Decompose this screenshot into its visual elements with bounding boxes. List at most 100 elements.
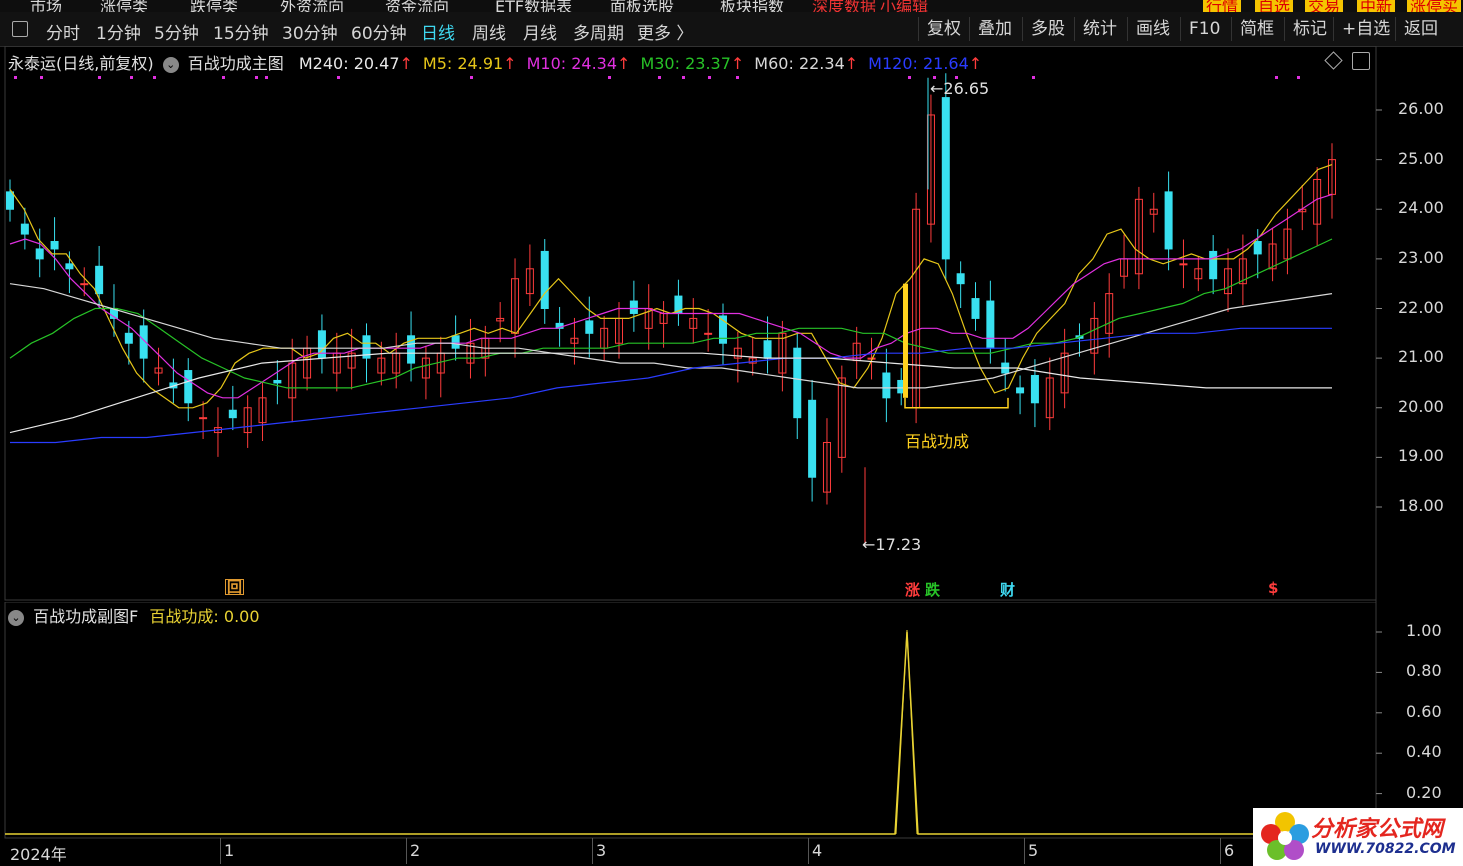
zhang-marker[interactable]: 涨 <box>905 579 920 600</box>
high-arrow: ← <box>930 79 944 98</box>
main-frame <box>4 46 1377 601</box>
sub-indicator-name[interactable]: 百战功成副图F <box>33 607 138 626</box>
period-tab[interactable]: 5分钟 <box>154 19 199 44</box>
candle-body <box>1030 374 1039 404</box>
candle-body <box>124 332 133 344</box>
candle-body <box>1179 263 1188 266</box>
candle-body <box>199 417 208 420</box>
candle-body <box>273 379 282 384</box>
toolbar-button[interactable]: 简框 <box>1231 17 1282 41</box>
top-menu-item[interactable]: 市场 <box>30 0 62 12</box>
die-marker[interactable]: 跌 <box>925 579 940 600</box>
watermark-url: WWW.70822.COM <box>1315 841 1456 857</box>
sub-axis-label: 0.80 <box>1406 661 1442 681</box>
event-dot <box>337 76 340 79</box>
price-axis-label: 18.00 <box>1398 496 1444 515</box>
period-tab[interactable]: 月线 <box>523 19 557 44</box>
price-axis-label: 25.00 <box>1398 148 1444 168</box>
sub-axis-label: 0.60 <box>1406 701 1442 721</box>
toolbar-button[interactable]: 统计 <box>1074 17 1125 41</box>
date-axis-tick <box>1220 838 1221 864</box>
sub-axis-label: 0.20 <box>1406 782 1442 802</box>
chevron-down-icon[interactable]: ⌄ <box>8 610 24 626</box>
ma-legend-item: M240: 20.47↑ <box>298 54 413 73</box>
candle-body <box>50 241 59 250</box>
date-axis-label: 1 <box>224 841 235 860</box>
signal-bracket <box>904 397 1009 409</box>
date-axis-label: 2024年 <box>10 845 67 864</box>
event-dot <box>682 76 685 79</box>
candle-body <box>95 265 104 295</box>
s-marker[interactable]: $ <box>1268 579 1278 597</box>
top-menu-item[interactable]: 面板选股 <box>610 0 674 12</box>
period-toolbar: 分时 1分钟 5分钟 15分钟 30分钟 60分钟 日线 周线 月线 多周期 更多 〉 复权 叠加 多股… <box>0 12 1463 47</box>
low-value: 17.23 <box>875 535 922 554</box>
flower-logo-icon <box>1261 812 1309 860</box>
date-axis-tick <box>406 838 407 864</box>
sub-signal-line <box>5 631 1253 835</box>
top-right-button[interactable]: 中新 <box>1357 0 1396 12</box>
sub-axis-label: 1.00 <box>1406 621 1442 640</box>
sub-signal-outline <box>895 629 918 835</box>
period-tab[interactable]: 60分钟 <box>351 19 407 44</box>
top-menu-item[interactable]: 跌停类 <box>190 0 238 12</box>
toolbar-button[interactable]: 叠加 <box>969 17 1020 41</box>
period-tab[interactable]: 分时 <box>46 19 80 44</box>
low-price-label: ←17.23 <box>862 535 921 554</box>
period-tab[interactable]: 15分钟 <box>213 19 269 44</box>
date-axis-label: 4 <box>812 841 823 860</box>
cai-marker[interactable]: 财 <box>1000 579 1015 600</box>
ma-legend-item: M60: 22.34↑ <box>754 54 859 73</box>
top-menu-item[interactable]: 板块指数 <box>720 0 784 12</box>
top-menu-red-item[interactable]: 深度数据 <box>812 0 876 12</box>
top-menu-item[interactable]: 外资流向 <box>280 0 344 12</box>
candle-body <box>956 273 965 285</box>
candle-body <box>808 399 817 478</box>
top-right-button[interactable]: 自选 <box>1255 0 1294 12</box>
event-dot <box>153 76 156 79</box>
toolbar-button[interactable]: +自选 <box>1333 17 1398 41</box>
toolbar-button[interactable]: 复权 <box>918 17 969 41</box>
top-menu-red-item[interactable]: 小编辑 <box>880 0 928 12</box>
period-tab[interactable]: 多周期 <box>573 19 624 44</box>
period-tab[interactable]: 日线 <box>421 19 455 44</box>
price-axis-label: 20.00 <box>1398 396 1444 416</box>
period-tab[interactable]: 更多 〉 <box>637 19 693 44</box>
toolbar-button[interactable]: 画线 <box>1127 17 1178 41</box>
candle-body <box>184 370 193 404</box>
price-axis-label: 19.00 <box>1398 446 1444 466</box>
high-price-label: ←26.65 <box>930 79 989 98</box>
sub-indicator-chart[interactable] <box>0 602 1463 840</box>
candlestick-chart[interactable] <box>0 46 1463 602</box>
toolbar-button[interactable]: 多股 <box>1022 17 1073 41</box>
panel-toggle-icon[interactable] <box>12 21 28 37</box>
hui-marker[interactable]: 回 <box>225 579 245 595</box>
top-right-button[interactable]: 涨停买 <box>1407 0 1462 12</box>
top-menu-item[interactable]: ETF数据表 <box>495 0 572 12</box>
ma-legend-item: M5: 24.91↑ <box>422 54 517 73</box>
period-tab[interactable]: 30分钟 <box>282 19 338 44</box>
period-tab[interactable]: 周线 <box>472 19 506 44</box>
date-axis-tick <box>592 838 593 864</box>
window-icon[interactable] <box>1352 52 1370 70</box>
main-legend: 永泰运(日线,前复权) ⌄ 百战功成主图 M240: 20.47↑ M5: 24.… <box>8 50 982 74</box>
toolbar-button[interactable]: F10 <box>1180 17 1228 41</box>
toolbar-button[interactable]: 标记 <box>1284 17 1335 41</box>
event-dot <box>736 76 739 79</box>
period-tab[interactable]: 1分钟 <box>96 19 141 44</box>
top-right-button[interactable]: 交易 <box>1305 0 1344 12</box>
top-menu-item[interactable]: 涨停类 <box>100 0 148 12</box>
date-axis-tick <box>220 838 221 864</box>
high-value: 26.65 <box>943 79 990 98</box>
chevron-down-icon[interactable]: ⌄ <box>162 57 179 73</box>
top-right-button[interactable]: 行情 <box>1203 0 1242 12</box>
toolbar-button[interactable]: 返回 <box>1395 17 1446 41</box>
indicator-name[interactable]: 百战功成主图 <box>188 54 284 73</box>
date-axis-label: 6 <box>1224 841 1235 860</box>
candle-body <box>1253 241 1262 255</box>
candle-body <box>317 330 326 359</box>
date-axis-tick <box>808 838 809 864</box>
top-menu-item[interactable]: 资金流向 <box>385 0 449 12</box>
sub-frame <box>4 602 1377 839</box>
watermark-title: 分析家公式网 <box>1311 817 1444 842</box>
